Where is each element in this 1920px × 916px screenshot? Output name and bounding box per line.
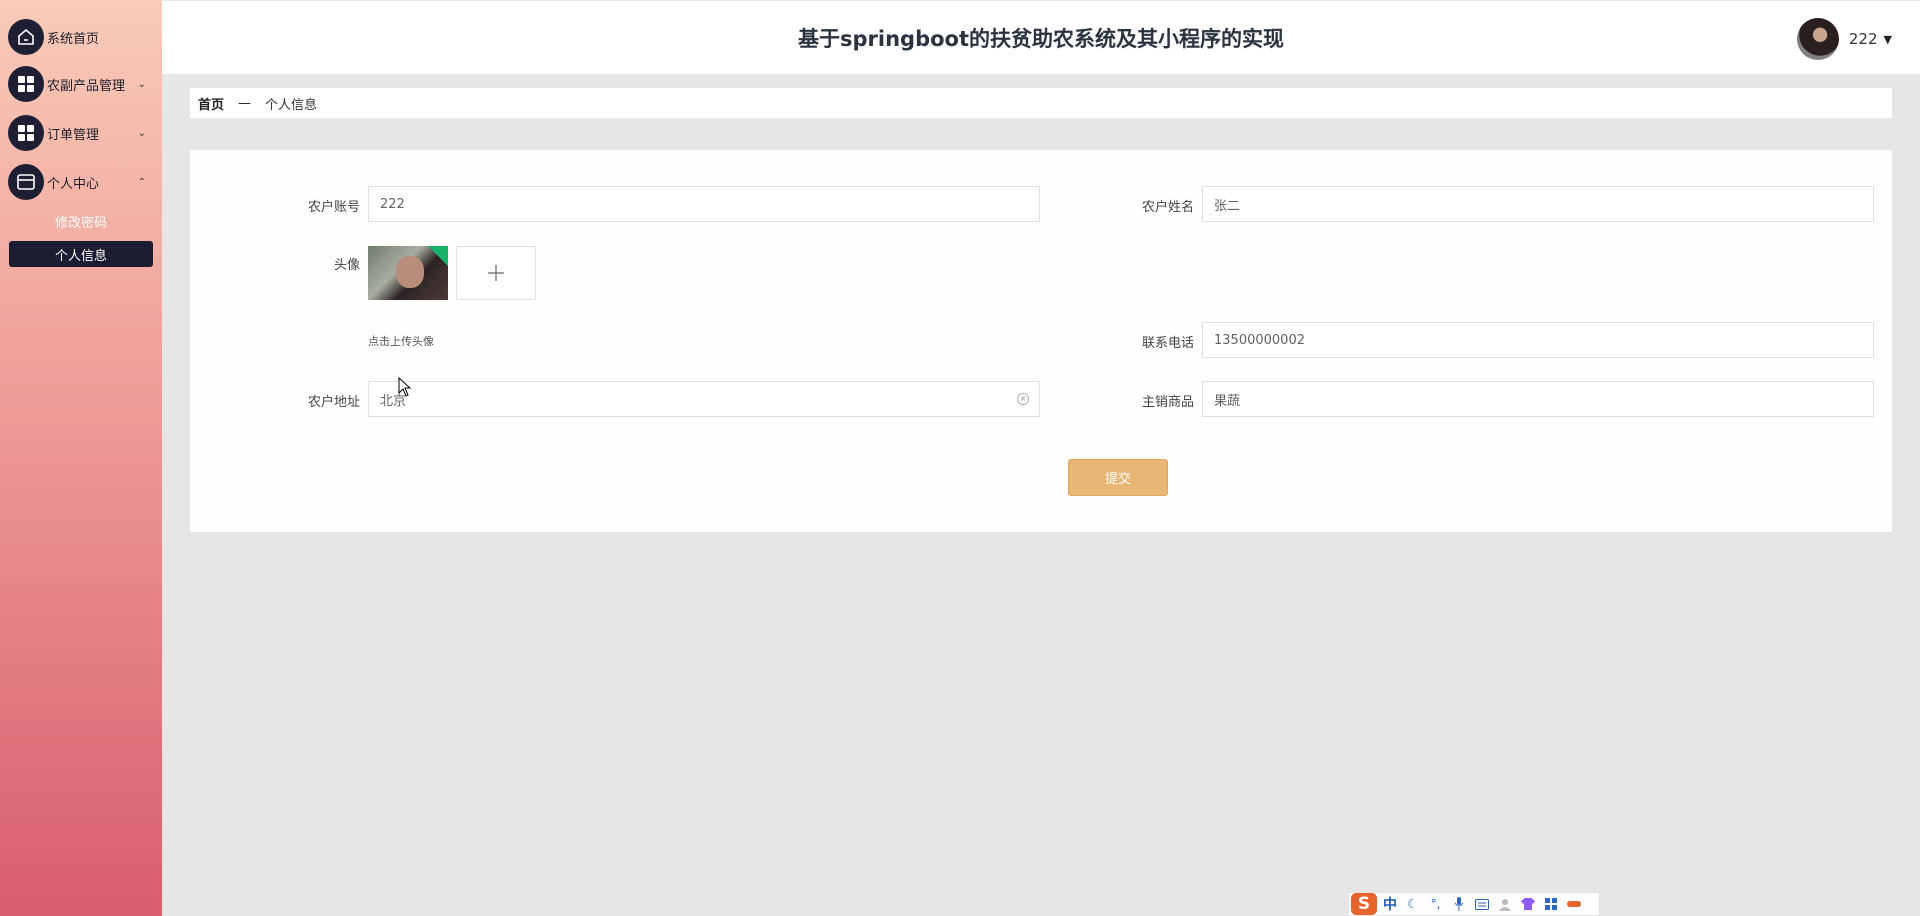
- moon-icon[interactable]: ☾: [1405, 897, 1420, 912]
- punctuation-icon[interactable]: °,: [1428, 897, 1443, 912]
- sidebar-item-label: 系统首页: [47, 31, 100, 47]
- chevron-up-icon: ⌃: [137, 176, 146, 188]
- sidebar-item-products[interactable]: 农副产品管理 ⌄: [8, 64, 158, 104]
- keyboard-icon[interactable]: [1474, 897, 1489, 912]
- name-label: 农户姓名: [1141, 200, 1194, 215]
- avatar-thumbnail[interactable]: [368, 246, 448, 300]
- page-title: 基于springboot的扶贫助农系统及其小程序的实现: [798, 27, 1284, 51]
- sidebar-item-home[interactable]: 系统首页: [8, 17, 158, 57]
- clear-icon[interactable]: ×: [1017, 393, 1029, 405]
- avatar-label: 头像: [333, 258, 360, 273]
- sidebar-item-label: 农副产品管理: [47, 78, 126, 94]
- sidebar-item-label: 订单管理: [47, 127, 100, 143]
- upload-hint: 点击上传头像: [368, 335, 434, 348]
- product-field[interactable]: 果蔬: [1202, 381, 1874, 417]
- breadcrumb-home[interactable]: 首页: [198, 94, 224, 113]
- product-label: 主销商品: [1141, 395, 1194, 410]
- sidebar-item-personal-center[interactable]: 个人中心 ⌃: [8, 162, 158, 202]
- grid-icon: [8, 115, 44, 151]
- microphone-icon[interactable]: [1451, 897, 1466, 912]
- top-header: 基于springboot的扶贫助农系统及其小程序的实现 222 ▼: [162, 0, 1920, 74]
- address-label: 农户地址: [307, 395, 360, 410]
- profile-form: 农户账号 222 农户姓名 张二 头像 点击上传头像 联系电话 13500000…: [190, 150, 1892, 532]
- upload-button[interactable]: [456, 246, 536, 300]
- ime-mode-toggle[interactable]: 中: [1383, 894, 1397, 914]
- mouse-cursor-icon: [398, 377, 412, 397]
- sidebar-item-orders[interactable]: 订单管理 ⌄: [8, 113, 158, 153]
- user-icon[interactable]: [1497, 897, 1512, 912]
- grid-icon: [8, 66, 44, 102]
- account-field[interactable]: 222: [368, 186, 1040, 222]
- address-field[interactable]: 北京 ×: [368, 381, 1040, 417]
- phone-label: 联系电话: [1141, 336, 1194, 351]
- breadcrumb: 首页 — 个人信息: [190, 88, 1892, 118]
- check-corner-icon: [428, 246, 448, 266]
- account-label: 农户账号: [307, 200, 360, 215]
- shirt-icon[interactable]: [1520, 897, 1535, 912]
- user-name: 222: [1848, 30, 1878, 48]
- phone-field[interactable]: 13500000002: [1202, 322, 1874, 358]
- avatar: [1796, 18, 1839, 60]
- wallet-icon: [8, 164, 44, 200]
- chevron-down-icon: ⌄: [137, 78, 146, 90]
- chevron-down-icon: ⌄: [137, 127, 146, 139]
- apps-icon[interactable]: [1543, 897, 1558, 912]
- breadcrumb-separator: —: [238, 95, 252, 111]
- user-menu[interactable]: 222 ▼: [1796, 18, 1892, 60]
- sogou-logo-icon[interactable]: S: [1351, 893, 1377, 915]
- name-field[interactable]: 张二: [1202, 186, 1874, 222]
- breadcrumb-current: 个人信息: [265, 97, 318, 113]
- plus-icon: [488, 265, 504, 281]
- sidebar-subitem-change-password[interactable]: 修改密码: [9, 208, 153, 234]
- sidebar: 系统首页 农副产品管理 ⌄ 订单管理 ⌄ 个人中心 ⌃ 修改密码 个人信息: [0, 0, 162, 916]
- home-icon: [8, 19, 44, 55]
- sidebar-item-label: 个人中心: [47, 176, 100, 192]
- sidebar-subitem-personal-info[interactable]: 个人信息: [9, 241, 153, 267]
- caret-down-icon: ▼: [1883, 32, 1892, 46]
- skin-icon[interactable]: [1566, 897, 1581, 912]
- ime-toolbar: S 中 ☾ °,: [1348, 892, 1600, 916]
- submit-button[interactable]: 提交: [1068, 459, 1168, 496]
